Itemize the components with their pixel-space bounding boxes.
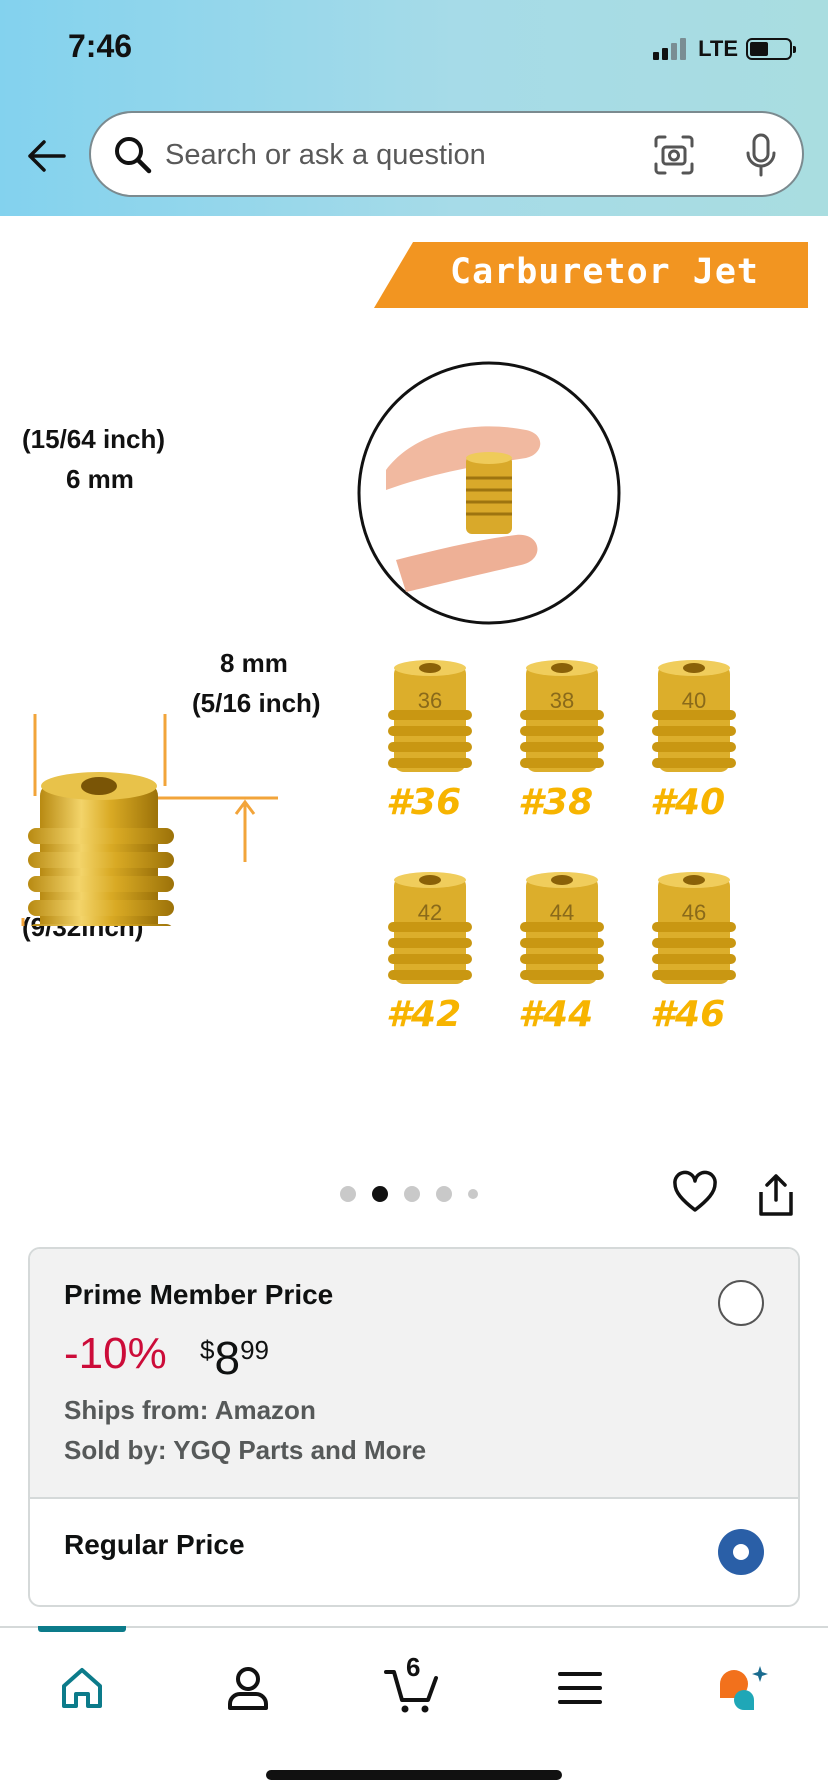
battery-icon [746, 38, 796, 60]
jet-size-label: #42 [386, 994, 462, 1035]
jet-size-label: #40 [650, 782, 726, 823]
account-icon[interactable] [218, 1658, 278, 1718]
jet-item: 46 #46 [644, 870, 744, 1040]
finger-holding-jet-photo [357, 361, 621, 625]
carousel-dot[interactable] [340, 1186, 356, 1202]
jet-size-label: #46 [650, 994, 726, 1035]
jet-image [388, 660, 472, 772]
jet-image [520, 660, 604, 772]
rufus-assistant-icon[interactable] [714, 1658, 774, 1718]
heart-icon[interactable] [672, 1170, 718, 1216]
prime-price-radio[interactable] [718, 1280, 764, 1326]
microphone-icon[interactable] [741, 131, 781, 179]
home-indicator [266, 1770, 562, 1780]
ships-from: Ships from: Amazon [64, 1395, 316, 1425]
jet-item: 38 #38 [512, 658, 612, 828]
jet-stamp: 36 [417, 688, 443, 713]
share-icon[interactable] [756, 1172, 796, 1218]
search-icon [115, 137, 152, 174]
price-options: Prime Member Price -10% $899 Ships from:… [28, 1247, 800, 1607]
jet-image [520, 872, 604, 984]
jet-item: 36 #36 [380, 658, 480, 828]
product-banner: Carburetor Jet [374, 242, 808, 308]
jet-item: 40 #40 [644, 658, 744, 828]
jet-stamp: 46 [681, 900, 707, 925]
jet-dimension-drawing [21, 714, 278, 926]
active-tab-indicator [38, 1626, 126, 1632]
regular-price-option[interactable]: Regular Price [30, 1499, 798, 1605]
carousel-dot[interactable] [404, 1186, 420, 1202]
search-bar[interactable] [89, 111, 804, 197]
network-label: LTE [698, 36, 738, 61]
prime-price-title: Prime Member Price [64, 1279, 334, 1310]
jet-size-label: #44 [518, 994, 594, 1035]
status-time: 7:46 [68, 28, 133, 64]
product-image[interactable]: Carburetor Jet (15/64 inch) 6 mm 8 mm (5… [0, 216, 828, 1156]
jet-item: 44 #44 [512, 870, 612, 1040]
regular-price-radio[interactable] [718, 1529, 764, 1575]
carousel-dot[interactable] [468, 1189, 478, 1199]
jet-stamp: 42 [417, 900, 443, 925]
price-fraction: 99 [240, 1335, 269, 1365]
jet-stamp: 40 [681, 688, 707, 713]
bottom-navigation: 6 [0, 1626, 828, 1792]
home-icon[interactable] [52, 1658, 112, 1718]
prime-price-option[interactable]: Prime Member Price -10% $899 Ships from:… [30, 1249, 798, 1499]
menu-icon[interactable] [550, 1658, 610, 1718]
banner-text: Carburetor Jet [450, 252, 760, 292]
carousel-indicator [340, 1186, 478, 1202]
jet-size-label: #38 [518, 782, 594, 823]
regular-price-title: Regular Price [64, 1529, 245, 1560]
sold-by[interactable]: Sold by: YGQ Parts and More [64, 1435, 426, 1466]
jet-stamp: 44 [549, 900, 575, 925]
carousel-dot-active[interactable] [372, 1186, 388, 1202]
top-dimension-inch: (15/64 inch) [22, 424, 166, 454]
back-arrow-icon[interactable] [24, 134, 68, 178]
search-input[interactable] [165, 133, 635, 177]
jet-item: 42 #42 [380, 870, 480, 1040]
price-currency: $ [200, 1335, 215, 1365]
jet-image [652, 872, 736, 984]
price-value: $899 [200, 1331, 269, 1385]
status-indicators: LTE [653, 36, 796, 62]
jet-stamp: 38 [549, 688, 575, 713]
jet-image [652, 660, 736, 772]
discount-percent: -10% [64, 1329, 167, 1378]
cart-button[interactable]: 6 [382, 1652, 442, 1718]
price-whole: 8 [214, 1332, 241, 1384]
cart-count: 6 [406, 1652, 421, 1682]
carousel-dot[interactable] [436, 1186, 452, 1202]
app-header: 7:46 LTE [0, 0, 828, 216]
jet-size-label: #36 [386, 782, 462, 823]
camera-scan-icon[interactable] [652, 133, 696, 177]
signal-icon [653, 38, 687, 60]
jet-image [388, 872, 472, 984]
